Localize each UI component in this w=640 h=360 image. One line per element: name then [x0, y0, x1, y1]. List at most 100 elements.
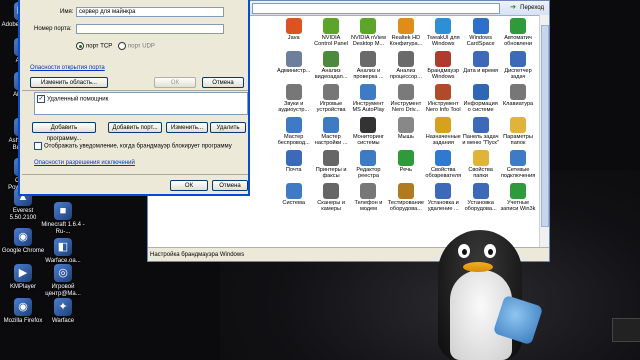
control-panel-item[interactable]: Телефон и модем: [350, 180, 387, 213]
speech-icon: [397, 150, 414, 166]
tweakui-icon: [435, 18, 452, 34]
control-panel-item[interactable]: Мышь: [387, 114, 424, 147]
udp-radio[interactable]: порт UDP: [118, 42, 155, 50]
control-panel-item[interactable]: Windows CardSpace: [462, 15, 499, 48]
name-input[interactable]: [76, 7, 224, 17]
scrollbar-thumb[interactable]: [541, 25, 549, 227]
mail-icon: [285, 150, 302, 166]
open-port-risks-link[interactable]: Опасности открытия порта: [30, 65, 105, 71]
control-panel-item[interactable]: Параметры папок: [499, 114, 536, 147]
change-scope-button[interactable]: Изменить область...: [30, 77, 108, 88]
address-field[interactable]: [252, 3, 500, 14]
control-panel-item[interactable]: Администр...: [275, 48, 312, 81]
desktop-shortcut[interactable]: ◧ Warface.oa...: [40, 238, 86, 265]
control-panel-item-label: Клавиатура: [502, 101, 534, 107]
control-panel-item[interactable]: Анализ и проверка ...: [350, 48, 387, 81]
control-panel-item[interactable]: NVIDIA nView Desktop M...: [350, 15, 387, 48]
control-panel-item-label: Речь: [399, 167, 412, 173]
hardware-test-icon: [397, 183, 414, 199]
exceptions-list[interactable]: ✓ Удаленный помощник: [34, 92, 248, 115]
delete-button[interactable]: Удалить: [210, 122, 246, 133]
add-remove-icon: [435, 183, 452, 199]
auto-update-icon: [510, 18, 527, 34]
control-panel-item[interactable]: Дата и время: [462, 48, 499, 81]
control-panel-item[interactable]: Мастер беспровод...: [275, 114, 312, 147]
exceptions-risks-link[interactable]: Опасности разрешения исключений: [34, 160, 135, 166]
control-panel-item-label: Система: [282, 200, 305, 206]
control-panel-item[interactable]: Игровые устройства: [312, 81, 349, 114]
control-panel-item[interactable]: Инструмент Nero Info Tool: [425, 81, 462, 114]
control-panel-item[interactable]: Учетные записи Win3k: [499, 180, 536, 213]
control-panel-item[interactable]: Информация о системе: [462, 81, 499, 114]
desktop-shortcut[interactable]: ■ Minecraft 1.6.4 - Ru-...: [40, 202, 86, 236]
control-panel-item[interactable]: Клавиатура: [499, 81, 536, 114]
admin-tools-icon: [285, 51, 302, 67]
control-panel-item[interactable]: Анализ видеоадап...: [312, 48, 349, 81]
control-panel-item-label: Сканеры и камеры: [317, 200, 345, 213]
control-panel-item[interactable]: Анализ процессор...: [387, 48, 424, 81]
control-panel-item-label: Параметры папок: [503, 134, 533, 147]
control-panel-item[interactable]: Инструмент Nero Driv...: [387, 81, 424, 114]
control-panel-item[interactable]: Диспетчер задач: [499, 48, 536, 81]
scheduled-tasks-icon: [435, 117, 452, 133]
game-center-icon: ◎: [54, 264, 72, 282]
port-number-input[interactable]: [76, 24, 224, 34]
monitoring-icon: [360, 117, 377, 133]
control-panel-item[interactable]: Realtek HD Конфигура...: [387, 15, 424, 48]
nview-icon: [360, 18, 377, 34]
vertical-scrollbar[interactable]: [539, 15, 549, 247]
control-panel-item[interactable]: Java: [275, 15, 312, 48]
inner-cancel-button[interactable]: Отмена: [202, 77, 244, 88]
notify-checkbox[interactable]: [34, 142, 42, 150]
taskbar-icon: [472, 117, 489, 133]
remote-assistant-checkbox[interactable]: ✓: [37, 95, 45, 103]
edit-button[interactable]: Изменить...: [166, 122, 208, 133]
tcp-radio[interactable]: порт TCP: [76, 42, 112, 50]
control-panel-item[interactable]: Свойства обозревателя: [425, 147, 462, 180]
control-panel-item-label: TweakUI для Windows: [426, 35, 460, 48]
corner-logo: [612, 318, 640, 342]
kmplayer-icon: ▶: [14, 264, 32, 282]
control-panel-item-label: Windows CardSpace: [466, 35, 495, 48]
control-panel-item[interactable]: Сетевые подключения: [499, 147, 536, 180]
control-panel-item[interactable]: Звуки и аудиоустр...: [275, 81, 312, 114]
control-panel-item[interactable]: Сканеры и камеры: [312, 180, 349, 213]
control-panel-item-label: Realtek HD Конфигура...: [389, 35, 423, 48]
remote-assistant-item[interactable]: ✓ Удаленный помощник: [37, 95, 108, 103]
notify-option[interactable]: Отображать уведомление, когда брандмауэр…: [34, 142, 232, 150]
control-panel-item[interactable]: Система: [275, 180, 312, 213]
control-panel-item[interactable]: Установка оборудова...: [462, 180, 499, 213]
inner-ok-button[interactable]: ОК: [154, 77, 196, 88]
control-panel-item[interactable]: TweakUI для Windows: [425, 15, 462, 48]
control-panel-item[interactable]: Инструмент MS AutoPlay: [350, 81, 387, 114]
go-button[interactable]: Переход: [509, 3, 547, 13]
desktop-shortcut[interactable]: ✦ Warface: [40, 298, 86, 325]
control-panel-item-label: Автоматич обновлени: [504, 35, 533, 48]
control-panel-item[interactable]: Речь: [387, 147, 424, 180]
nero-info-icon: [435, 84, 452, 100]
control-panel-item-label: Принтеры и факсы: [315, 167, 347, 180]
control-panel-item[interactable]: Автоматич обновлени: [499, 15, 536, 48]
tcp-radio-label: порт TCP: [86, 43, 113, 50]
control-panel-item[interactable]: Назначенные задания: [425, 114, 462, 147]
control-panel-item[interactable]: Брандмауэр Windows: [425, 48, 462, 81]
control-panel-item[interactable]: Тестирование оборудова...: [387, 180, 424, 213]
control-panel-item[interactable]: Почта: [275, 147, 312, 180]
control-panel-item[interactable]: NVIDIA Control Panel: [312, 15, 349, 48]
control-panel-item[interactable]: Панель задач и меню "Пуск": [462, 114, 499, 147]
cancel-button[interactable]: Отмена: [212, 180, 248, 191]
control-panel-item[interactable]: Мониторинг системы: [350, 114, 387, 147]
ok-button[interactable]: ОК: [170, 180, 208, 191]
control-panel-item-label: Игровые устройства: [316, 101, 346, 114]
desktop-shortcut[interactable]: ◎ Игровой центр@Ma...: [40, 264, 86, 298]
control-panel-item[interactable]: Редактор реестра: [350, 147, 387, 180]
hardware-setup-icon: [472, 183, 489, 199]
control-panel-item[interactable]: Свойства папки: [462, 147, 499, 180]
control-panel-item-label: Инструмент Nero Info Tool: [425, 101, 461, 114]
add-port-button[interactable]: Добавить порт...: [108, 122, 162, 133]
add-program-button[interactable]: Добавить программу...: [32, 122, 96, 142]
ie-icon: [435, 150, 452, 166]
control-panel-item[interactable]: Принтеры и факсы: [312, 147, 349, 180]
control-panel-item[interactable]: Установка и удаление ...: [425, 180, 462, 213]
control-panel-item[interactable]: Мастер настройки ...: [312, 114, 349, 147]
